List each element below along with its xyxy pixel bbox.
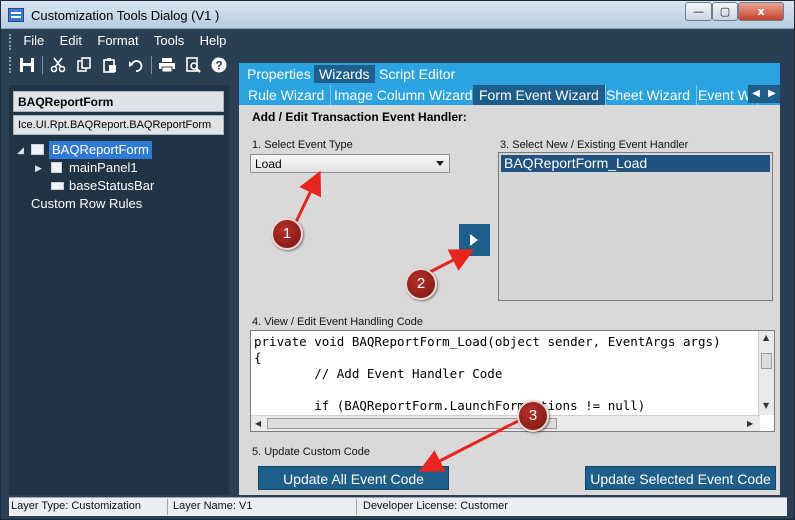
step3-label: 3. Select New / Existing Event Handler	[500, 139, 689, 151]
customization-tools-dialog: Customization Tools Dialog (V1 ) — ▢ x F…	[0, 0, 795, 520]
tab-sheet-wizard[interactable]: Sheet Wizard	[600, 85, 698, 105]
update-all-event-code-button[interactable]: Update All Event Code	[258, 466, 449, 490]
tree-item-label[interactable]: Custom Row Rules	[31, 195, 142, 213]
toolbar-separator	[151, 56, 152, 74]
status-developer-license: Developer License: Customer	[363, 500, 508, 512]
tab-scroll-left-icon[interactable]: ◀	[748, 85, 764, 103]
tab-properties[interactable]: Properties	[242, 65, 316, 83]
cut-icon[interactable]	[45, 54, 71, 76]
paste-icon[interactable]	[97, 54, 123, 76]
menu-edit[interactable]: Edit	[54, 31, 88, 51]
tab-image-column-wizard[interactable]: Image Column Wizard	[328, 85, 480, 105]
toolbar-grip-icon	[9, 57, 12, 73]
panel-title: Add / Edit Transaction Event Handler:	[252, 110, 467, 124]
event-type-value: Load	[255, 157, 282, 171]
menu-tools[interactable]: Tools	[148, 31, 190, 51]
title-bar[interactable]: Customization Tools Dialog (V1 ) — ▢ x	[1, 1, 794, 29]
app-icon	[8, 8, 24, 22]
tree-item-mainpanel1[interactable]: ▶ mainPanel1	[13, 159, 225, 177]
help-icon[interactable]: ?	[206, 54, 232, 76]
code-line: if (BAQReportForm.LaunchFormOptions != n…	[254, 398, 646, 413]
status-bar: Layer Type: Customization Layer Name: V1…	[9, 497, 787, 516]
tree-item-baqreportform[interactable]: ◢ BAQReportForm	[13, 141, 225, 159]
form-icon	[31, 144, 44, 155]
undo-icon[interactable]	[123, 54, 149, 76]
status-divider	[356, 499, 357, 515]
menu-grip-icon	[9, 33, 12, 50]
tab-script-editor[interactable]: Script Editor	[374, 65, 460, 83]
maximize-button[interactable]: ▢	[712, 2, 738, 21]
tab-form-event-wizard[interactable]: Form Event Wizard	[473, 85, 606, 105]
scroll-right-icon[interactable]: ▶	[747, 419, 753, 428]
tree-item-custom-row-rules[interactable]: Custom Row Rules	[13, 195, 225, 213]
status-divider	[167, 499, 168, 515]
event-handler-list[interactable]: BAQReportForm_Load	[498, 152, 773, 301]
code-line: {	[254, 350, 262, 365]
svg-text:?: ?	[215, 59, 222, 73]
tree-item-label[interactable]: BAQReportForm	[49, 141, 152, 159]
wizard-tab-strip: Rule Wizard Image Column Wizard Form Eve…	[239, 83, 780, 105]
form-tree-pane: BAQReportForm Ice.UI.Rpt.BAQReport.BAQRe…	[9, 85, 229, 495]
scroll-up-icon[interactable]: ▲	[763, 333, 769, 342]
wizard-pane: Properties Wizards Script Editor Rule Wi…	[239, 63, 780, 495]
event-code-editor[interactable]: private void BAQReportForm_Load(object s…	[250, 330, 775, 432]
close-button[interactable]: x	[738, 2, 784, 21]
window-title: Customization Tools Dialog (V1 )	[31, 8, 220, 23]
annotation-badge-2: 2	[405, 268, 437, 300]
minimize-button[interactable]: —	[685, 2, 712, 21]
main-tab-strip: Properties Wizards Script Editor	[239, 63, 780, 83]
code-line: // Add Event Handler Code	[254, 366, 503, 381]
update-selected-event-code-button[interactable]: Update Selected Event Code	[585, 466, 776, 490]
toolbar: ?	[9, 53, 239, 77]
scroll-left-icon[interactable]: ◀	[255, 419, 261, 428]
selected-form-name: BAQReportForm	[13, 91, 224, 112]
tree-item-label[interactable]: mainPanel1	[69, 159, 138, 177]
scroll-thumb[interactable]	[267, 418, 557, 429]
tree-item-label[interactable]: baseStatusBar	[69, 177, 154, 195]
form-tree: ◢ BAQReportForm ▶ mainPanel1 baseStatusB…	[13, 141, 225, 213]
toolbar-separator	[42, 56, 43, 74]
scroll-thumb[interactable]	[761, 353, 772, 369]
event-type-select[interactable]: Load	[250, 154, 450, 173]
panel-icon	[51, 162, 62, 173]
tab-rule-wizard[interactable]: Rule Wizard	[242, 85, 332, 105]
tree-item-basestatusbar[interactable]: baseStatusBar	[13, 177, 225, 195]
selected-form-path: Ice.UI.Rpt.BAQReport.BAQReportForm	[13, 115, 224, 135]
list-item[interactable]: BAQReportForm_Load	[501, 155, 770, 172]
print-preview-icon[interactable]	[180, 54, 206, 76]
copy-icon[interactable]	[71, 54, 97, 76]
annotation-badge-3: 3	[517, 400, 549, 432]
step1-label: 1. Select Event Type	[252, 139, 353, 151]
code-line: private void BAQReportForm_Load(object s…	[254, 334, 721, 349]
step5-label: 5. Update Custom Code	[252, 446, 371, 458]
step4-label: 4. View / Edit Event Handling Code	[252, 316, 424, 328]
scroll-down-icon[interactable]: ▼	[763, 401, 769, 410]
chevron-down-icon	[436, 161, 444, 166]
horizontal-scrollbar[interactable]: ◀ ▶	[251, 415, 760, 431]
status-layer-name: Layer Name: V1	[173, 500, 253, 512]
menu-file[interactable]: File	[17, 31, 50, 51]
print-icon[interactable]	[154, 54, 180, 76]
menu-help[interactable]: Help	[194, 31, 233, 51]
tab-scroll-right-icon[interactable]: ▶	[764, 85, 780, 103]
annotation-badge-1: 1	[271, 218, 303, 250]
add-handler-arrow-button[interactable]	[459, 224, 490, 256]
tab-wizards[interactable]: Wizards	[314, 65, 375, 83]
collapse-icon[interactable]: ◢	[17, 145, 27, 155]
expand-icon[interactable]: ▶	[35, 163, 45, 173]
menu-bar: File Edit Format Tools Help	[9, 31, 787, 51]
status-layer-type: Layer Type: Customization	[11, 500, 142, 512]
vertical-scrollbar[interactable]: ▲ ▼	[758, 331, 774, 415]
statusbar-icon	[51, 182, 64, 190]
menu-format[interactable]: Format	[91, 31, 144, 51]
save-icon[interactable]	[14, 54, 40, 76]
